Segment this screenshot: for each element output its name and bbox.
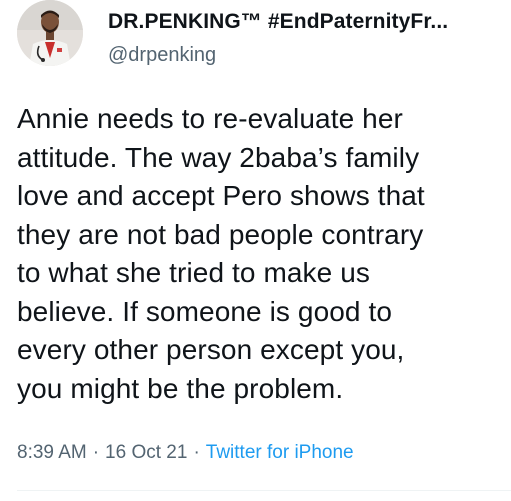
tweet-text: Annie needs to re-evaluate her attitude.… [17,103,425,404]
divider [17,490,511,491]
author-display-name[interactable]: DR.PENKING™ #EndPaternityFr... [108,10,500,34]
meta-separator: · [92,442,100,463]
tweet-card: DR.PENKING™ #EndPaternityFr... @drpenkin… [0,0,511,501]
profile-photo-icon [17,0,83,66]
avatar[interactable] [17,0,83,66]
tweet-date[interactable]: 16 Oct 21 [105,442,187,463]
author-handle[interactable]: @drpenking [108,44,216,67]
meta-separator: · [193,442,200,463]
tweet-time[interactable]: 8:39 AM [17,442,87,463]
tweet-meta: 8:39 AM · 16 Oct 21 · Twitter for iPhone [17,442,354,464]
tweet-source-link[interactable]: Twitter for iPhone [206,442,354,463]
